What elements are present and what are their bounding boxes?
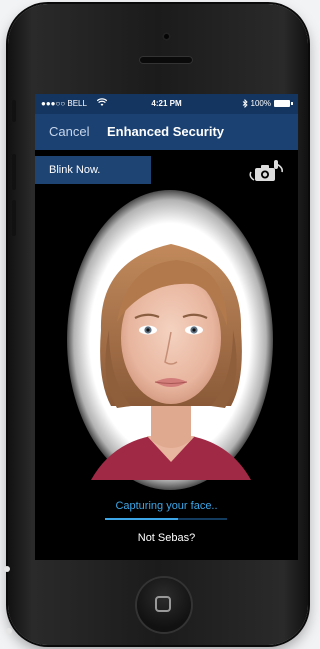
battery-percent: 100%: [250, 99, 271, 108]
volume-down-button: [12, 200, 16, 236]
app-screen: ●●●○○ BELL 4:21 PM 100% Cancel Enhanced …: [35, 94, 298, 560]
switch-camera-icon[interactable]: [249, 158, 285, 186]
capture-status-text: Capturing your face..: [115, 500, 218, 512]
volume-up-button: [12, 154, 16, 190]
face-camera-preview: [91, 244, 251, 480]
capture-progress-fill: [105, 518, 179, 520]
not-user-link[interactable]: Not Sebas?: [35, 532, 298, 544]
mute-switch: [12, 100, 16, 122]
status-bar: ●●●○○ BELL 4:21 PM 100%: [35, 94, 298, 114]
capture-progress-bar: [105, 518, 227, 520]
earpiece-speaker: [139, 56, 193, 64]
cancel-button[interactable]: Cancel: [49, 124, 89, 139]
page-title: Enhanced Security: [107, 124, 225, 139]
home-button-icon[interactable]: [137, 578, 191, 632]
front-camera: [162, 32, 171, 41]
page-indicator-dot: [6, 628, 12, 634]
page-indicator-dot: [4, 566, 10, 572]
navigation-bar: Cancel Enhanced Security: [35, 114, 298, 150]
blink-instruction-button[interactable]: Blink Now.: [35, 156, 151, 184]
battery-icon: [274, 100, 293, 107]
bluetooth-icon: [242, 99, 248, 108]
